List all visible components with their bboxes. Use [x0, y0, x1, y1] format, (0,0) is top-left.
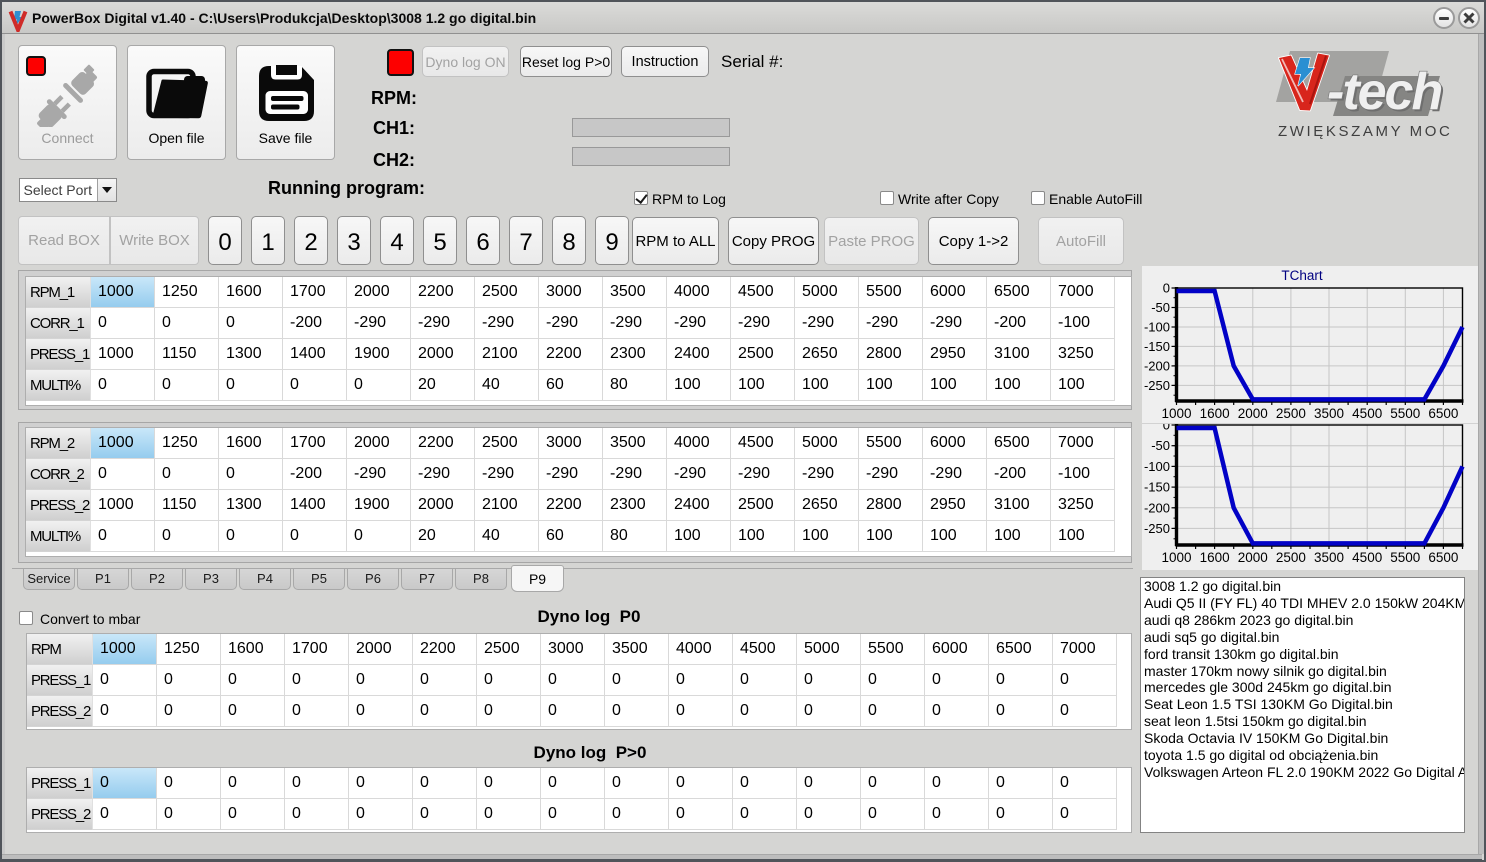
svg-text:2000: 2000 — [1238, 550, 1268, 565]
svg-text:2500: 2500 — [1276, 550, 1306, 565]
svg-text:2000: 2000 — [1238, 406, 1268, 421]
svg-text:6500: 6500 — [1428, 550, 1458, 565]
svg-text:-100: -100 — [1144, 459, 1170, 474]
svg-text:ZWIĘKSZAMY MOC: ZWIĘKSZAMY MOC — [1278, 123, 1452, 140]
svg-text:3500: 3500 — [1314, 406, 1344, 421]
svg-text:3500: 3500 — [1314, 550, 1344, 565]
svg-text:-250: -250 — [1144, 378, 1170, 393]
svg-text:-200: -200 — [1144, 358, 1170, 373]
svg-text:6500: 6500 — [1428, 406, 1458, 421]
svg-text:-50: -50 — [1151, 300, 1170, 315]
svg-text:0: 0 — [1163, 424, 1170, 433]
svg-text:5500: 5500 — [1390, 406, 1420, 421]
svg-text:5500: 5500 — [1390, 550, 1420, 565]
svg-text:1600: 1600 — [1200, 550, 1230, 565]
svg-text:1600: 1600 — [1200, 406, 1230, 421]
svg-text:1000: 1000 — [1161, 550, 1191, 565]
svg-text:TChart: TChart — [1281, 268, 1323, 283]
svg-text:0: 0 — [1163, 281, 1170, 296]
svg-text:-200: -200 — [1144, 500, 1170, 515]
svg-text:2500: 2500 — [1276, 406, 1306, 421]
svg-text:-150: -150 — [1144, 480, 1170, 495]
svg-text:-50: -50 — [1151, 438, 1170, 453]
svg-text:-250: -250 — [1144, 521, 1170, 536]
svg-text:-100: -100 — [1144, 320, 1170, 335]
svg-text:-150: -150 — [1144, 339, 1170, 354]
svg-text:-tech: -tech — [1327, 63, 1441, 121]
svg-text:4500: 4500 — [1352, 406, 1382, 421]
svg-text:4500: 4500 — [1352, 550, 1382, 565]
svg-text:1000: 1000 — [1161, 406, 1191, 421]
